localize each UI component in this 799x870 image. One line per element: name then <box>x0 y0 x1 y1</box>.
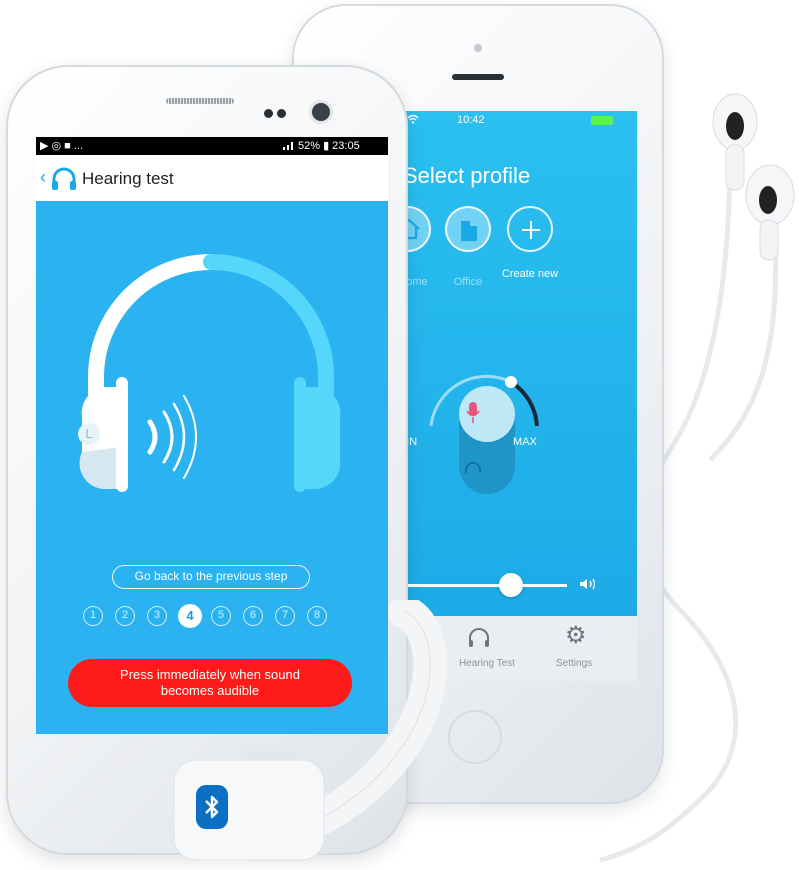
plus-icon <box>507 206 553 252</box>
sound-waves-icon <box>147 395 197 479</box>
iphone-status-time: 10:42 <box>457 114 485 126</box>
volume-slider-thumb[interactable] <box>499 573 523 597</box>
signal-icon <box>282 140 296 154</box>
profile-create-new[interactable]: Create new <box>502 206 558 280</box>
knob-headphones-icon <box>464 461 482 482</box>
volume-knob[interactable] <box>413 366 563 506</box>
step-3[interactable]: 3 <box>147 606 167 626</box>
profile-office-label: Office <box>453 276 483 288</box>
status-right-text: 52% ▮ 23:05 <box>298 140 360 152</box>
iphone-status-bar: 10:42 <box>395 111 637 131</box>
iphone-camera <box>474 44 482 52</box>
header-title: Hearing test <box>82 169 174 188</box>
headphones-icon <box>467 626 491 653</box>
iphone-screen: 10:42 Select profile Home Office Create … <box>395 111 637 681</box>
earbud-right <box>745 164 795 261</box>
tab-settings-label: Settings <box>556 658 593 669</box>
step-1[interactable]: 1 <box>83 606 103 626</box>
bluetooth-icon <box>202 793 222 826</box>
go-back-button[interactable]: Go back to the previous step <box>112 565 310 589</box>
android-status-bar: ▶ ◎ ■ ... 52% ▮ 23:05 <box>36 137 388 155</box>
headphones-illustration <box>79 254 341 492</box>
header-headphones-icon <box>50 165 78 196</box>
earbud-left <box>712 93 758 191</box>
volume-max-label: MAX <box>513 436 537 448</box>
status-left-icons: ▶ ◎ ■ ... <box>40 140 84 152</box>
ear-l-icon: L <box>78 423 100 445</box>
android-sensor-dots <box>264 109 288 119</box>
step-2[interactable]: 2 <box>115 606 135 626</box>
profile-office[interactable]: Office <box>445 206 491 288</box>
profile-create-label: Create new <box>501 268 559 280</box>
gear-icon: ⚙ <box>565 622 587 649</box>
android-front-camera <box>312 103 330 121</box>
android-speaker <box>166 98 234 104</box>
back-chevron-icon[interactable]: ‹ <box>40 167 46 188</box>
wifi-icon <box>407 114 419 127</box>
office-icon <box>445 206 491 252</box>
tab-settings[interactable]: ⚙ Settings <box>553 622 613 676</box>
select-profile-title: Select profile <box>403 163 531 188</box>
bluetooth-badge <box>196 785 228 829</box>
iphone-speaker <box>452 74 504 80</box>
volume-slider-track[interactable] <box>395 584 567 587</box>
speaker-icon <box>579 577 599 596</box>
android-header: ‹ Hearing test <box>36 155 388 201</box>
battery-icon <box>591 116 613 125</box>
mic-icon <box>466 401 480 430</box>
